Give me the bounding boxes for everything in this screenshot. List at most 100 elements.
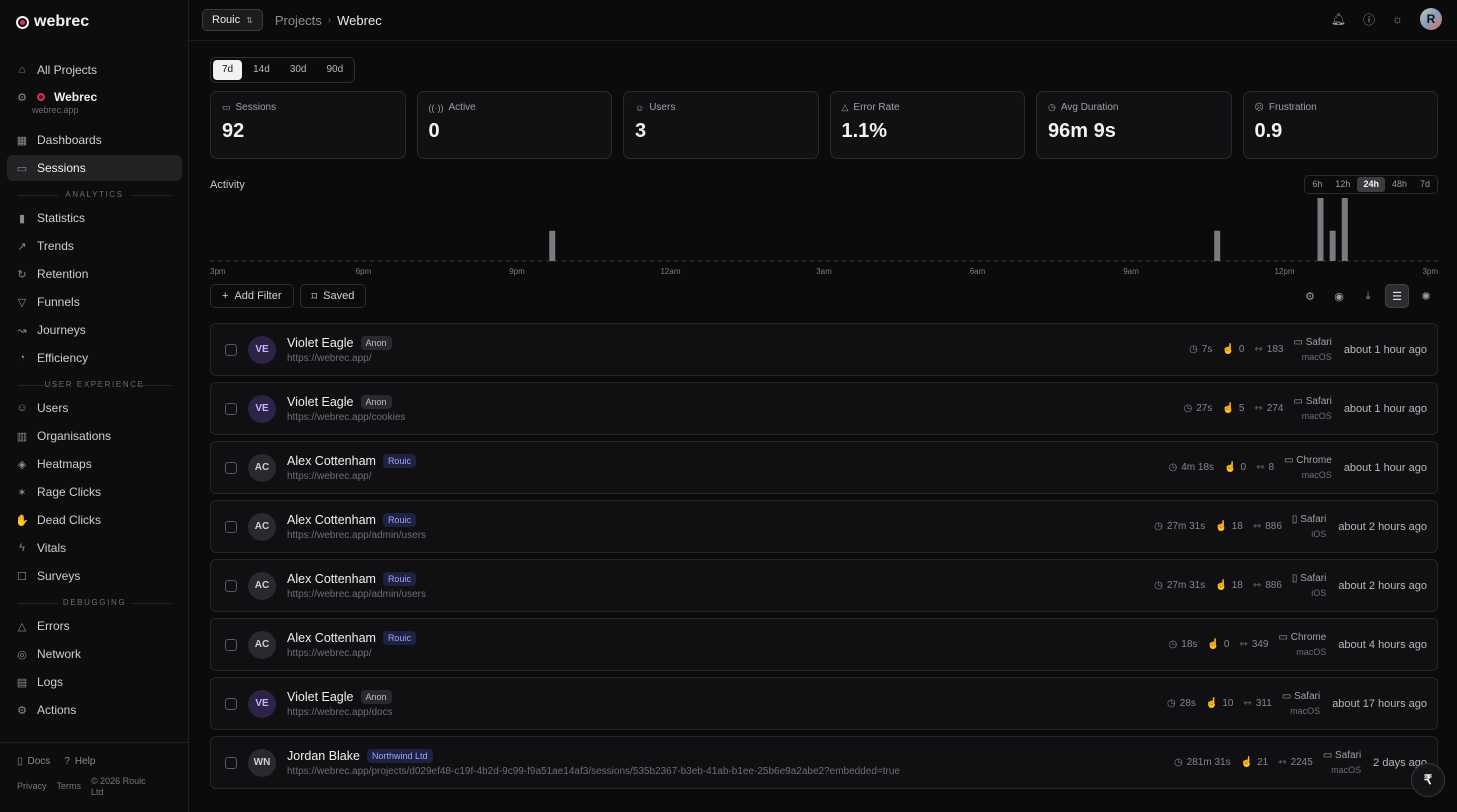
range-90d[interactable]: 90d [318,60,353,80]
user-name[interactable]: Alex Cottenham [287,454,376,468]
privacy-link[interactable]: Privacy [17,781,47,798]
session-row[interactable]: VE Violet Eagle Anon https://webrec.app/coo… [210,382,1438,435]
help-circle-icon[interactable]: ⓘ [1363,11,1375,28]
sidebar-item-sessions[interactable]: ▭ Sessions [7,155,182,181]
plus-icon: + [222,290,229,302]
gear-icon: ⚙ [17,91,27,104]
chevron-updown-icon: ⇅ [246,15,253,25]
sidebar-item-users[interactable]: ☺ Users [7,395,182,421]
terms-link[interactable]: Terms [57,781,82,798]
user-avatar[interactable]: R [1420,8,1442,30]
session-row[interactable]: VE Violet Eagle Anon https://webrec.app/ ◷ 7s… [210,323,1438,376]
os-name: macOS [1301,469,1332,480]
sidebar-item-retention[interactable]: ↻ Retention [7,261,182,287]
sun-icon[interactable]: ☼ [1392,12,1403,26]
user-name[interactable]: Violet Eagle [287,395,354,409]
project-switcher[interactable]: ⚙ Webrec webrec.app [7,87,182,125]
chart-bar[interactable] [1317,198,1324,261]
row-checkbox[interactable] [225,461,237,474]
user-name[interactable]: Violet Eagle [287,690,354,704]
stat-value: 1.1% [841,120,888,142]
window-24h[interactable]: 24h [1357,177,1385,192]
row-checkbox[interactable] [225,697,237,710]
chart-bar[interactable] [549,230,556,261]
sidebar-item-efficiency[interactable]: ◔ Efficiency [7,345,182,371]
user-name[interactable]: Jordan Blake [287,749,360,763]
range-14d[interactable]: 14d [244,60,279,80]
sidebar-item-statistics[interactable]: ▮ Statistics [7,205,182,231]
phone-icon: ▯ [1291,572,1301,584]
sidebar-item-surveys[interactable]: ☐ Surveys [7,563,182,589]
row-checkbox[interactable] [225,579,237,592]
session-row[interactable]: AC Alex Cottenham Rouic https://webrec.app/… [210,441,1438,494]
avatar: AC [248,571,276,600]
sidebar-item-actions[interactable]: ⚙ Actions [7,697,182,723]
sidebar-item-logs[interactable]: ▤ Logs [7,669,182,695]
row-checkbox[interactable] [225,756,237,769]
browser-name: Safari [1305,336,1332,348]
main-panel: Rouic ⇅ Projects › Webrec 🔔︎ ⓘ ☼ R 7d 14d… [189,0,1457,812]
docs-link[interactable]: ▯ Docs [17,756,50,767]
metric-value: 183 [1266,344,1284,355]
session-row[interactable]: AC Alex Cottenham Rouic https://webrec.app/… [210,618,1438,671]
sidebar-item-funnels[interactable]: ▽ Funnels [7,289,182,315]
sidebar-item-all-projects[interactable]: ⌂ All Projects [7,57,182,83]
window-7d[interactable]: 7d [1414,177,1436,192]
bug-icon[interactable]: ✺ [1414,284,1438,308]
chart-bar[interactable] [1341,198,1348,261]
window-48h[interactable]: 48h [1386,177,1413,192]
assistant-fab[interactable]: ₹ [1411,763,1445,797]
range-7d[interactable]: 7d [213,60,243,80]
sidebar-item-vitals[interactable]: ϟ Vitals [7,535,182,561]
window-12h[interactable]: 12h [1329,177,1356,192]
chart-x-tick: 9am [1123,267,1139,276]
sidebar-item-heatmaps[interactable]: ◈ Heatmaps [7,451,182,477]
sidebar-item-errors[interactable]: △ Errors [7,613,182,639]
row-checkbox[interactable] [225,520,237,533]
download-icon[interactable]: ⤓ [1356,284,1380,308]
sidebar-item-network[interactable]: ◎ Network [7,641,182,667]
metric-value: 349 [1251,639,1269,650]
add-filter-button[interactable]: + Add Filter [210,284,294,308]
settings-icon[interactable]: ⚙ [1298,284,1322,308]
activity-icon: ⇿ [1239,639,1248,650]
activity-icon: ⇿ [1278,757,1287,768]
row-checkbox[interactable] [225,343,237,356]
user-name[interactable]: Alex Cottenham [287,631,376,645]
sidebar-item-rage-clicks[interactable]: ✶ Rage Clicks [7,479,182,505]
sidebar-item-label: Trends [37,239,74,253]
org-selector[interactable]: Rouic ⇅ [202,9,263,31]
metric-duration: ◷ 27m 31s [1154,521,1205,532]
session-row[interactable]: AC Alex Cottenham Rouic https://webrec.app/… [210,559,1438,612]
session-row[interactable]: AC Alex Cottenham Rouic https://webrec.app/… [210,500,1438,553]
sidebar-item-dashboards[interactable]: ▦ Dashboards [7,127,182,153]
breadcrumb-projects[interactable]: Projects [275,13,322,28]
session-row[interactable]: VE Violet Eagle Anon https://webrec.app/doc… [210,677,1438,730]
chart-bar[interactable] [1214,230,1221,261]
session-row[interactable]: WN Jordan Blake Northwind Ltd https://webre… [210,736,1438,789]
sidebar-item-label: Sessions [37,161,86,175]
help-link[interactable]: ? Help [64,756,95,767]
bell-icon[interactable]: 🔔︎ [1331,12,1346,26]
chart-bar[interactable] [1329,230,1336,261]
window-6h[interactable]: 6h [1306,177,1328,192]
user-name[interactable]: Alex Cottenham [287,572,376,586]
brand-logo[interactable]: webrec [16,13,89,31]
range-30d[interactable]: 30d [281,60,316,80]
user-name[interactable]: Alex Cottenham [287,513,376,527]
eye-icon[interactable]: ◉ [1327,284,1351,308]
row-checkbox[interactable] [225,638,237,651]
sidebar-item-trends[interactable]: ↗ Trends [7,233,182,259]
dead-clicks-icon: ✋ [15,514,29,527]
row-checkbox[interactable] [225,402,237,415]
list-view-icon[interactable]: ☰ [1385,284,1409,308]
click-icon: ☝ [1205,698,1219,709]
user-badge: Anon [360,394,392,409]
book-icon: ▯ [17,756,23,767]
sidebar-item-dead-clicks[interactable]: ✋ Dead Clicks [7,507,182,533]
sidebar-item-label: Organisations [37,429,112,443]
saved-filters-button[interactable]: ⌑ Saved [299,284,367,308]
sidebar-item-organisations[interactable]: ▥ Organisations [7,423,182,449]
sidebar-item-journeys[interactable]: ↝ Journeys [7,317,182,343]
user-name[interactable]: Violet Eagle [287,336,354,350]
